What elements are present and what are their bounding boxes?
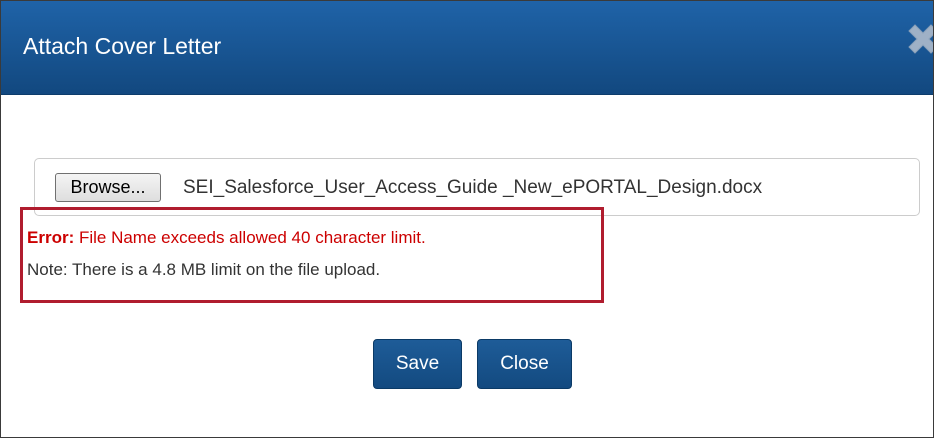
error-label: Error: xyxy=(27,228,75,247)
close-x-icon[interactable] xyxy=(903,21,933,65)
error-text: File Name exceeds allowed 40 character l… xyxy=(74,228,426,247)
close-button[interactable]: Close xyxy=(477,339,572,389)
save-button[interactable]: Save xyxy=(373,339,462,389)
browse-button[interactable]: Browse... xyxy=(55,173,161,202)
error-message: Error: File Name exceeds allowed 40 char… xyxy=(27,228,426,248)
validation-message-highlight: Error: File Name exceeds allowed 40 char… xyxy=(20,207,604,303)
dialog-title: Attach Cover Letter xyxy=(23,33,222,59)
selected-file-name: SEI_Salesforce_User_Access_Guide _New_eP… xyxy=(183,177,763,198)
file-size-note: Note: There is a 4.8 MB limit on the fil… xyxy=(27,260,381,279)
dialog-header: Attach Cover Letter xyxy=(1,1,933,95)
attach-cover-letter-dialog: Attach Cover Letter Browse... SEI_Salesf… xyxy=(0,0,934,438)
